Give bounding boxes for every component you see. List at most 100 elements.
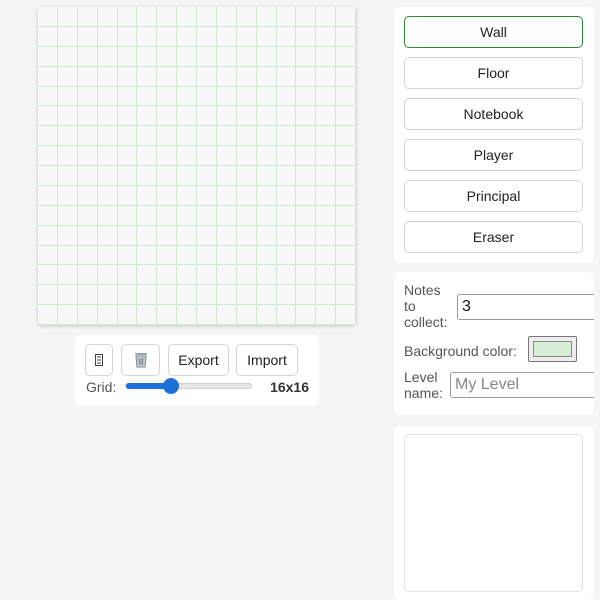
grid-cell[interactable]: [276, 225, 297, 246]
grid-cell[interactable]: [57, 245, 78, 266]
export-button[interactable]: Export: [168, 344, 229, 376]
slider-thumb[interactable]: [163, 378, 179, 394]
grid-cell[interactable]: [316, 46, 337, 67]
grid-cell[interactable]: [316, 305, 337, 325]
grid-cell[interactable]: [216, 185, 237, 206]
grid-cell[interactable]: [336, 225, 356, 246]
grid-cell[interactable]: [177, 245, 197, 266]
grid-cell[interactable]: [177, 106, 197, 127]
grid-cell[interactable]: [157, 126, 178, 147]
grid-cell[interactable]: [97, 166, 118, 186]
grid-cell[interactable]: [236, 26, 257, 47]
grid-cell[interactable]: [216, 26, 237, 47]
grid-cell[interactable]: [216, 66, 237, 87]
grid-cell[interactable]: [236, 285, 257, 306]
grid-cell[interactable]: [57, 285, 78, 306]
tile-button-floor[interactable]: Floor: [404, 57, 583, 89]
grid-cell[interactable]: [276, 245, 297, 266]
grid-cell[interactable]: [177, 305, 197, 325]
grid-cell[interactable]: [336, 305, 356, 325]
grid-cell[interactable]: [77, 166, 98, 186]
grid-cell[interactable]: [57, 185, 78, 206]
grid-cell[interactable]: [97, 46, 118, 67]
background-color-picker[interactable]: [528, 336, 577, 362]
grid-cell[interactable]: [276, 265, 297, 286]
grid-cell[interactable]: [38, 305, 58, 325]
grid-cell[interactable]: [137, 46, 158, 67]
grid-cell[interactable]: [177, 66, 197, 87]
grid-cell[interactable]: [97, 305, 118, 325]
grid-cell[interactable]: [316, 245, 337, 266]
grid-cell[interactable]: [316, 86, 337, 107]
grid-cell[interactable]: [336, 245, 356, 266]
grid-cell[interactable]: [216, 305, 237, 325]
grid-cell[interactable]: [276, 146, 297, 166]
grid-cell[interactable]: [137, 86, 158, 107]
grid-cell[interactable]: [57, 205, 78, 226]
grid-cell[interactable]: [296, 285, 317, 306]
grid-cell[interactable]: [316, 146, 337, 166]
grid-cell[interactable]: [296, 225, 317, 246]
grid-cell[interactable]: [336, 166, 356, 186]
grid-cell[interactable]: [236, 46, 257, 67]
grid-cell[interactable]: [276, 285, 297, 306]
level-grid-canvas[interactable]: [38, 7, 356, 325]
grid-cell[interactable]: [57, 26, 78, 47]
grid-cell[interactable]: [137, 265, 158, 286]
grid-cell[interactable]: [256, 166, 277, 186]
grid-cell[interactable]: [177, 26, 197, 47]
grid-cell[interactable]: [137, 225, 158, 246]
grid-cell[interactable]: [256, 225, 277, 246]
grid-cell[interactable]: [316, 26, 337, 47]
grid-cell[interactable]: [117, 146, 138, 166]
grid-cell[interactable]: [236, 126, 257, 147]
grid-cell[interactable]: [177, 205, 197, 226]
grid-cell[interactable]: [157, 285, 178, 306]
grid-cell[interactable]: [296, 7, 317, 27]
tile-button-notebook[interactable]: Notebook: [404, 98, 583, 130]
grid-cell[interactable]: [336, 106, 356, 127]
grid-cell[interactable]: [177, 285, 197, 306]
grid-cell[interactable]: [57, 225, 78, 246]
grid-cell[interactable]: [296, 146, 317, 166]
grid-cell[interactable]: [117, 285, 138, 306]
grid-cell[interactable]: [117, 46, 138, 67]
grid-cell[interactable]: [296, 126, 317, 147]
grid-cell[interactable]: [137, 245, 158, 266]
grid-cell[interactable]: [197, 86, 217, 107]
grid-cell[interactable]: [336, 126, 356, 147]
grid-cell[interactable]: [38, 205, 58, 226]
grid-cell[interactable]: [137, 305, 158, 325]
grid-cell[interactable]: [296, 185, 317, 206]
tile-button-principal[interactable]: Principal: [404, 180, 583, 212]
grid-cell[interactable]: [117, 126, 138, 147]
grid-cell[interactable]: [276, 46, 297, 67]
grid-cell[interactable]: [197, 106, 217, 127]
grid-cell[interactable]: [256, 285, 277, 306]
grid-cell[interactable]: [77, 46, 98, 67]
grid-cell[interactable]: [276, 185, 297, 206]
grid-cell[interactable]: [197, 225, 217, 246]
grid-cell[interactable]: [177, 185, 197, 206]
grid-cell[interactable]: [77, 66, 98, 87]
grid-cell[interactable]: [117, 166, 138, 186]
grid-cell[interactable]: [216, 245, 237, 266]
grid-cell[interactable]: [97, 106, 118, 127]
grid-cell[interactable]: [316, 225, 337, 246]
grid-cell[interactable]: [316, 126, 337, 147]
grid-cell[interactable]: [216, 106, 237, 127]
grid-cell[interactable]: [117, 245, 138, 266]
grid-cell[interactable]: [117, 225, 138, 246]
grid-cell[interactable]: [177, 166, 197, 186]
grid-cell[interactable]: [177, 265, 197, 286]
grid-cell[interactable]: [38, 265, 58, 286]
grid-cell[interactable]: [197, 245, 217, 266]
grid-cell[interactable]: [296, 66, 317, 87]
grid-cell[interactable]: [236, 265, 257, 286]
grid-cell[interactable]: [336, 7, 356, 27]
grid-cell[interactable]: [256, 305, 277, 325]
grid-cell[interactable]: [97, 86, 118, 107]
grid-cell[interactable]: [38, 86, 58, 107]
grid-cell[interactable]: [197, 265, 217, 286]
grid-cell[interactable]: [316, 66, 337, 87]
